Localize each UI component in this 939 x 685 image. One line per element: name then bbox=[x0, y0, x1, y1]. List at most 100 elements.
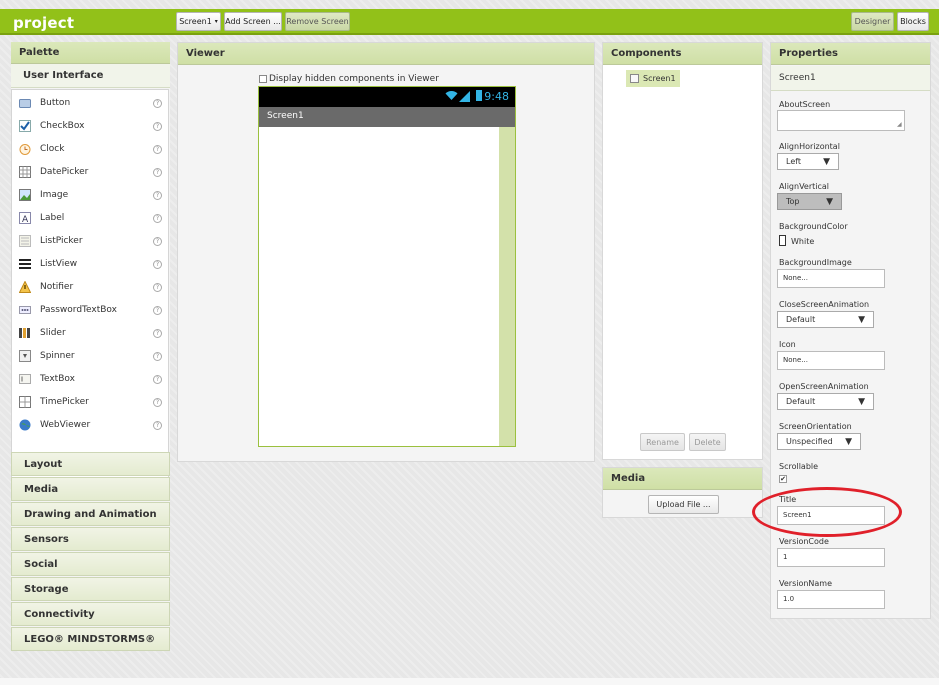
remove-screen-button[interactable]: Remove Screen bbox=[285, 12, 350, 31]
palette-item-label: Clock bbox=[40, 144, 65, 154]
resize-handle-icon[interactable]: ◢ bbox=[897, 121, 928, 617]
passwordtextbox-icon bbox=[19, 304, 31, 316]
phone-status-bar: 9:48 bbox=[259, 87, 515, 107]
close-animation-select[interactable]: Default ▼ bbox=[777, 311, 874, 328]
palette-category-drawing-and-animation[interactable]: Drawing and Animation bbox=[11, 502, 170, 526]
palette-item-slider[interactable]: Slider? bbox=[12, 322, 168, 344]
notifier-icon bbox=[19, 281, 31, 293]
help-icon[interactable]: ? bbox=[153, 305, 162, 315]
help-icon[interactable]: ? bbox=[153, 351, 162, 361]
palette-item-passwordtextbox[interactable]: PasswordTextBox? bbox=[12, 299, 168, 321]
datepicker-icon bbox=[19, 166, 31, 178]
label-icon: A bbox=[19, 212, 31, 224]
palette-item-label: Image bbox=[40, 190, 69, 200]
palette-item-image[interactable]: Image? bbox=[12, 184, 168, 206]
background-color-value[interactable]: White bbox=[791, 237, 814, 246]
color-swatch[interactable] bbox=[779, 235, 786, 246]
palette-item-label: DatePicker bbox=[40, 167, 89, 177]
textbox-icon bbox=[19, 373, 31, 385]
palette-item-textbox[interactable]: TextBox? bbox=[12, 368, 168, 390]
help-icon[interactable]: ? bbox=[153, 420, 162, 430]
help-icon[interactable]: ? bbox=[153, 98, 162, 108]
phone-clock: 9:48 bbox=[484, 90, 509, 103]
screen-selector-button[interactable]: Screen1 ▾ bbox=[176, 12, 221, 31]
background-image-field[interactable]: None... bbox=[777, 269, 885, 288]
palette-item-datepicker[interactable]: DatePicker? bbox=[12, 161, 168, 183]
help-icon[interactable]: ? bbox=[153, 121, 162, 131]
palette-item-notifier[interactable]: Notifier? bbox=[12, 276, 168, 298]
palette-category-media[interactable]: Media bbox=[11, 477, 170, 501]
display-hidden-checkbox[interactable] bbox=[259, 75, 267, 83]
align-horizontal-select[interactable]: Left ▼ bbox=[777, 153, 839, 170]
help-icon[interactable]: ? bbox=[153, 167, 162, 177]
project-title: project bbox=[13, 14, 75, 32]
palette-item-clock[interactable]: Clock? bbox=[12, 138, 168, 160]
palette-item-button[interactable]: Button? bbox=[12, 92, 168, 114]
palette-item-timepicker[interactable]: TimePicker? bbox=[12, 391, 168, 413]
tree-node-label: Screen1 bbox=[643, 74, 676, 83]
palette-category-connectivity[interactable]: Connectivity bbox=[11, 602, 170, 626]
about-screen-textarea[interactable] bbox=[777, 110, 905, 131]
palette-item-webviewer[interactable]: WebViewer? bbox=[12, 414, 168, 436]
spinner-icon bbox=[19, 350, 31, 362]
add-screen-button[interactable]: Add Screen ... bbox=[224, 12, 282, 31]
phone-scrollbar bbox=[499, 127, 515, 446]
version-code-field[interactable]: 1 bbox=[777, 548, 885, 567]
screen-orientation-label: ScreenOrientation bbox=[779, 422, 852, 431]
help-icon[interactable]: ? bbox=[153, 397, 162, 407]
palette-category-layout[interactable]: Layout bbox=[11, 452, 170, 476]
page-bottom-strip bbox=[0, 678, 939, 685]
help-icon[interactable]: ? bbox=[153, 213, 162, 223]
palette-item-label: WebViewer bbox=[40, 420, 91, 430]
align-vertical-select[interactable]: Top ▼ bbox=[777, 193, 842, 210]
palette-section-user-interface[interactable]: User Interface bbox=[11, 64, 170, 88]
designer-button[interactable]: Designer bbox=[851, 12, 894, 31]
open-animation-select[interactable]: Default ▼ bbox=[777, 393, 874, 410]
palette-item-spinner[interactable]: Spinner? bbox=[12, 345, 168, 367]
upload-file-button[interactable]: Upload File ... bbox=[648, 495, 719, 514]
help-icon[interactable]: ? bbox=[153, 328, 162, 338]
display-hidden-checkbox-row[interactable]: Display hidden components in Viewer bbox=[259, 74, 439, 84]
slider-icon bbox=[19, 327, 31, 339]
palette-item-label[interactable]: A Label? bbox=[12, 207, 168, 229]
delete-button[interactable]: Delete bbox=[689, 433, 726, 451]
screen-orientation-select[interactable]: Unspecified ▼ bbox=[777, 433, 861, 450]
palette-category-social[interactable]: Social bbox=[11, 552, 170, 576]
palette-category-storage[interactable]: Storage bbox=[11, 577, 170, 601]
phone-title-bar: Screen1 bbox=[259, 107, 515, 127]
phone-preview[interactable]: 9:48 Screen1 bbox=[258, 86, 516, 447]
scrollable-label: Scrollable bbox=[779, 462, 819, 471]
svg-text:A: A bbox=[22, 215, 29, 224]
help-icon[interactable]: ? bbox=[153, 190, 162, 200]
palette-item-label: ListPicker bbox=[40, 236, 83, 246]
help-icon[interactable]: ? bbox=[153, 282, 162, 292]
components-title: Components bbox=[603, 43, 762, 65]
palette-category-lego-mindstorms[interactable]: LEGO® MINDSTORMS® bbox=[11, 627, 170, 651]
tree-node-screen1[interactable]: Screen1 bbox=[626, 70, 680, 87]
rename-button[interactable]: Rename bbox=[640, 433, 685, 451]
scrollable-checkbox[interactable]: ✔ bbox=[779, 475, 787, 483]
chevron-down-icon: ▼ bbox=[823, 156, 830, 167]
palette-item-listview[interactable]: ListView? bbox=[12, 253, 168, 275]
webviewer-icon bbox=[19, 419, 31, 431]
palette-category-sensors[interactable]: Sensors bbox=[11, 527, 170, 551]
palette-item-listpicker[interactable]: ListPicker? bbox=[12, 230, 168, 252]
clock-icon bbox=[19, 143, 31, 155]
palette-item-label: Button bbox=[40, 98, 71, 108]
close-animation-label: CloseScreenAnimation bbox=[779, 300, 870, 309]
align-horizontal-value: Left bbox=[786, 157, 802, 166]
help-icon[interactable]: ? bbox=[153, 374, 162, 384]
help-icon[interactable]: ? bbox=[153, 259, 162, 269]
blocks-button[interactable]: Blocks bbox=[897, 12, 929, 31]
help-icon[interactable]: ? bbox=[153, 236, 162, 246]
palette-item-label: TimePicker bbox=[40, 397, 89, 407]
icon-field[interactable]: None... bbox=[777, 351, 885, 370]
title-label: Title bbox=[779, 495, 797, 504]
align-vertical-label: AlignVertical bbox=[779, 182, 830, 191]
title-field[interactable]: Screen1 bbox=[777, 506, 885, 525]
viewer-panel: Viewer Display hidden components in View… bbox=[177, 42, 595, 462]
version-name-field[interactable]: 1.0 bbox=[777, 590, 885, 609]
icon-label: Icon bbox=[779, 340, 796, 349]
palette-item-checkbox[interactable]: CheckBox? bbox=[12, 115, 168, 137]
help-icon[interactable]: ? bbox=[153, 144, 162, 154]
